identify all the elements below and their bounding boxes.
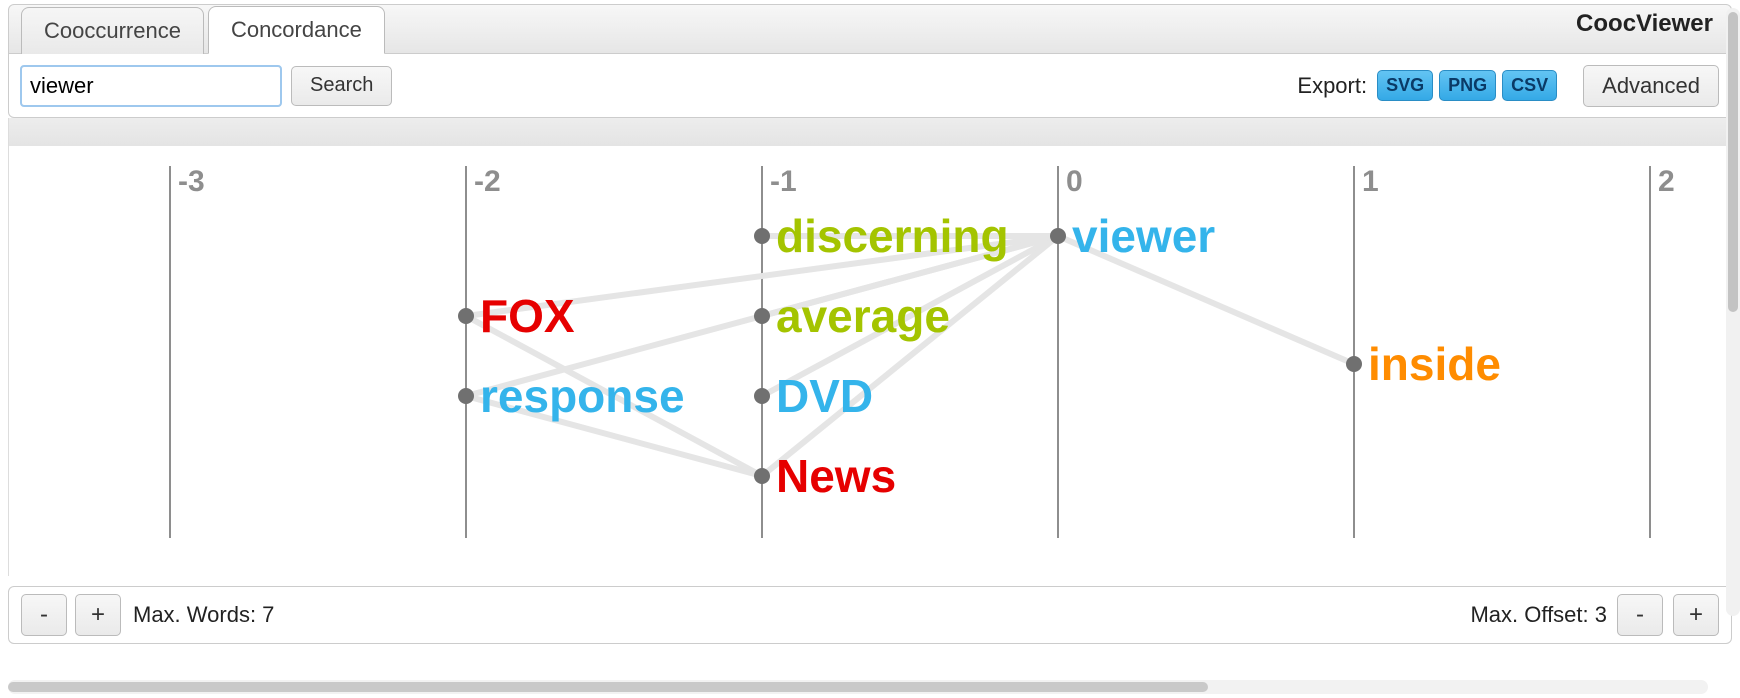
app-title: CoocViewer	[1576, 10, 1731, 48]
bottom-bar: - + Max. Words: 7 Max. Offset: 3 - +	[8, 586, 1732, 644]
export-label: Export:	[1297, 73, 1367, 99]
tab-label: Cooccurrence	[44, 18, 181, 43]
svg-text:average: average	[776, 290, 950, 342]
svg-text:discerning: discerning	[776, 210, 1009, 262]
concordance-svg: -3 -2 -1 0 1 2 FOX response discerning average DVD…	[49, 146, 1691, 558]
plus-icon: +	[91, 601, 105, 629]
advanced-button-label: Advanced	[1602, 73, 1700, 99]
minus-icon: -	[40, 601, 48, 629]
max-offset-increase-button[interactable]: +	[1673, 594, 1719, 636]
toolbar: Search Export: SVG PNG CSV Advanced	[8, 54, 1732, 118]
concordance-chart: -3 -2 -1 0 1 2 FOX response discerning average DVD…	[8, 146, 1732, 576]
svg-text:-3: -3	[178, 165, 205, 198]
minus-icon: -	[1636, 601, 1644, 629]
max-words-label: Max. Words: 7	[133, 602, 274, 628]
export-csv-button[interactable]: CSV	[1502, 70, 1557, 101]
svg-text:2: 2	[1658, 165, 1675, 198]
svg-text:News: News	[776, 450, 896, 502]
svg-text:inside: inside	[1368, 338, 1501, 390]
max-words-decrease-button[interactable]: -	[21, 594, 67, 636]
svg-text:-2: -2	[474, 165, 501, 198]
horizontal-scrollbar[interactable]	[8, 680, 1708, 694]
max-offset-decrease-button[interactable]: -	[1617, 594, 1663, 636]
tab-concordance[interactable]: Concordance	[208, 6, 385, 54]
horizontal-scroll-thumb[interactable]	[8, 682, 1208, 692]
search-button-label: Search	[310, 74, 373, 97]
svg-text:DVD: DVD	[776, 370, 873, 422]
search-input[interactable]	[21, 66, 281, 106]
export-group: Export: SVG PNG CSV Advanced	[1297, 65, 1719, 107]
svg-text:-1: -1	[770, 165, 797, 198]
max-words-increase-button[interactable]: +	[75, 594, 121, 636]
svg-text:viewer: viewer	[1072, 210, 1215, 262]
tab-label: Concordance	[231, 17, 362, 42]
bottom-right-group: Max. Offset: 3 - +	[1470, 594, 1719, 636]
export-svg-button[interactable]: SVG	[1377, 70, 1433, 101]
svg-text:response: response	[480, 370, 685, 422]
divider-strip	[8, 118, 1732, 146]
max-offset-label: Max. Offset: 3	[1470, 602, 1607, 628]
vertical-scrollbar[interactable]	[1726, 8, 1740, 616]
vertical-scroll-thumb[interactable]	[1728, 12, 1738, 312]
search-button[interactable]: Search	[291, 66, 392, 106]
tab-cooccurrence[interactable]: Cooccurrence	[21, 7, 204, 54]
export-png-button[interactable]: PNG	[1439, 70, 1496, 101]
svg-text:1: 1	[1362, 165, 1379, 198]
plus-icon: +	[1689, 601, 1703, 629]
svg-text:0: 0	[1066, 165, 1083, 198]
advanced-button[interactable]: Advanced	[1583, 65, 1719, 107]
svg-text:FOX: FOX	[480, 290, 575, 342]
tab-bar: Cooccurrence Concordance CoocViewer	[8, 4, 1732, 54]
